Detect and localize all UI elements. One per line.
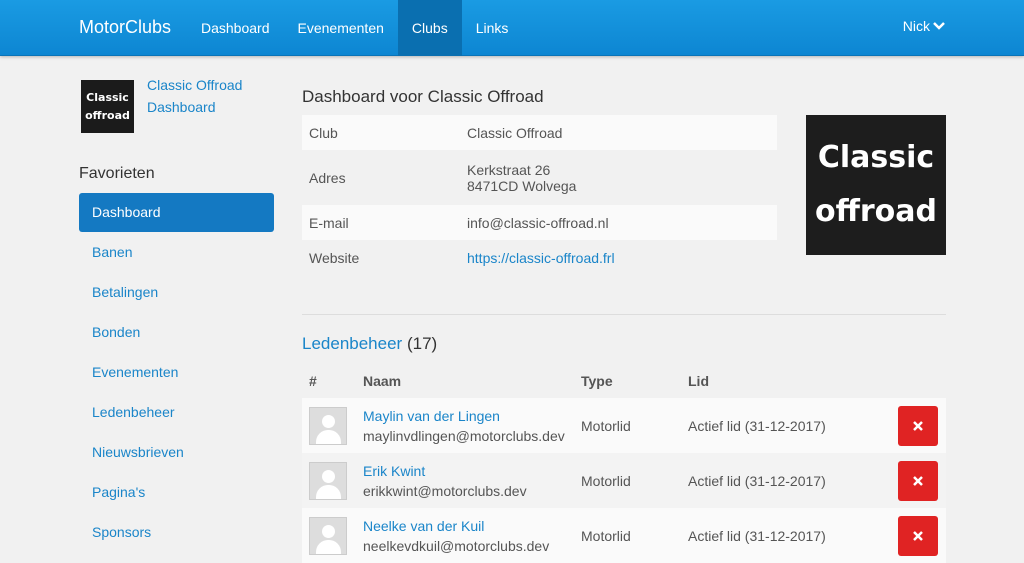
close-icon xyxy=(913,475,923,486)
members-table: # Naam Type Lid Maylin van der Lingen ma… xyxy=(302,364,946,563)
club-dashboard-link[interactable]: Dashboard xyxy=(147,96,242,118)
sidebar-item-ledenbeheer[interactable]: Ledenbeheer xyxy=(79,393,274,432)
club-links: Classic Offroad Dashboard xyxy=(147,74,242,118)
member-status: Actief lid (31-12-2017) xyxy=(688,527,826,544)
col-number: # xyxy=(309,373,317,389)
favorites-title: Favorieten xyxy=(79,165,155,182)
club-label: Club xyxy=(309,124,338,141)
table-row: Neelke van der Kuil neelkevdkuil@motorcl… xyxy=(302,508,946,563)
member-email: erikkwint@motorclubs.dev xyxy=(363,482,527,499)
nav-links[interactable]: Links xyxy=(462,0,523,56)
sidebar-item-evenementen[interactable]: Evenementen xyxy=(79,353,274,392)
club-value: Classic Offroad xyxy=(467,124,563,141)
close-icon xyxy=(913,420,923,431)
delete-member-button[interactable] xyxy=(898,515,938,556)
sidebar-item-banen[interactable]: Banen xyxy=(79,233,274,272)
divider xyxy=(302,314,946,315)
delete-member-button[interactable] xyxy=(898,460,938,501)
nav-dashboard[interactable]: Dashboard xyxy=(187,0,284,56)
close-icon xyxy=(913,530,923,541)
main-nav: Dashboard Evenementen Clubs Links xyxy=(187,0,522,56)
member-type: Motorlid xyxy=(581,527,631,544)
sidebar-item-sponsors[interactable]: Sponsors xyxy=(79,513,274,552)
page-title: Dashboard voor Classic Offroad xyxy=(302,87,544,106)
club-name-link[interactable]: Classic Offroad xyxy=(147,74,242,96)
nav-clubs[interactable]: Clubs xyxy=(397,0,462,56)
club-info-table: Club Classic Offroad Adres Kerkstraat 26… xyxy=(302,115,777,275)
website-link[interactable]: https://classic-offroad.frl xyxy=(467,250,615,266)
sidebar-item-betalingen[interactable]: Betalingen xyxy=(79,273,274,312)
members-count: (17) xyxy=(406,334,438,353)
avatar xyxy=(309,461,347,500)
club-logo-small: Classic offroad xyxy=(81,80,134,133)
sidebar-item-paginas[interactable]: Pagina's xyxy=(79,473,274,512)
address-value: Kerkstraat 26 8471CD Wolvega xyxy=(467,161,577,194)
member-status: Actief lid (31-12-2017) xyxy=(688,472,826,489)
member-name[interactable]: Maylin van der Lingen xyxy=(363,406,581,426)
brand-logo[interactable]: MotorClubs xyxy=(79,17,171,38)
top-navbar: MotorClubs Dashboard Evenementen Clubs L… xyxy=(0,0,1024,56)
club-logo: Classic offroad xyxy=(806,115,946,255)
sidebar-item-dashboard[interactable]: Dashboard xyxy=(79,193,274,232)
table-row: Erik Kwint erikkwint@motorclubs.dev Moto… xyxy=(302,453,946,508)
member-name[interactable]: Erik Kwint xyxy=(363,461,581,481)
members-table-header: # Naam Type Lid xyxy=(302,364,946,398)
sidebar-nav: Dashboard Banen Betalingen Bonden Evenem… xyxy=(79,193,274,553)
email-label: E-mail xyxy=(309,214,349,231)
member-name[interactable]: Neelke van der Kuil xyxy=(363,516,581,536)
delete-member-button[interactable] xyxy=(898,405,938,446)
user-menu[interactable]: Nick xyxy=(903,18,945,34)
nav-evenementen[interactable]: Evenementen xyxy=(284,0,398,56)
member-email: neelkevdkuil@motorclubs.dev xyxy=(363,537,550,554)
avatar xyxy=(309,406,347,445)
member-type: Motorlid xyxy=(581,472,631,489)
member-email: maylinvdlingen@motorclubs.dev xyxy=(363,427,565,444)
email-value: info@classic-offroad.nl xyxy=(467,214,609,231)
sidebar-item-nieuwsbrieven[interactable]: Nieuwsbrieven xyxy=(79,433,274,472)
avatar xyxy=(309,516,347,555)
sidebar-item-bonden[interactable]: Bonden xyxy=(79,313,274,352)
col-type: Type xyxy=(581,373,613,389)
members-title: Ledenbeheer (17) xyxy=(302,334,437,354)
user-name: Nick xyxy=(902,18,930,34)
address-label: Adres xyxy=(309,169,346,186)
table-row: Maylin van der Lingen maylinvdlingen@mot… xyxy=(302,398,946,453)
website-label: Website xyxy=(309,249,360,266)
member-status: Actief lid (31-12-2017) xyxy=(688,417,826,434)
members-title-link[interactable]: Ledenbeheer xyxy=(302,334,402,353)
chevron-down-icon xyxy=(933,22,945,30)
col-lid: Lid xyxy=(688,373,709,389)
col-name: Naam xyxy=(363,373,402,389)
member-type: Motorlid xyxy=(581,417,631,434)
